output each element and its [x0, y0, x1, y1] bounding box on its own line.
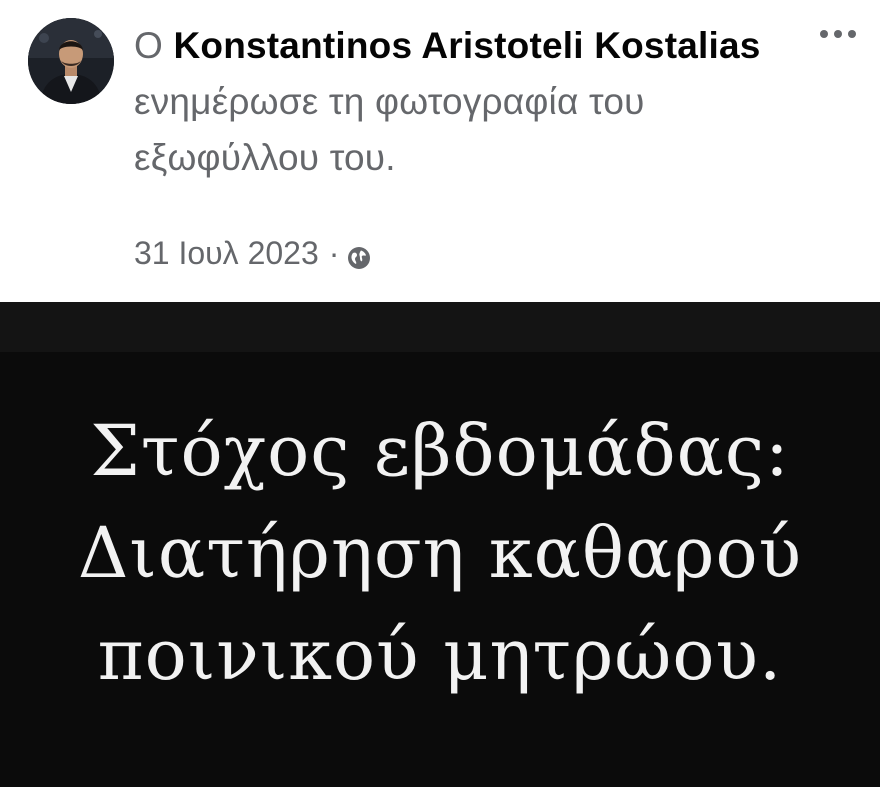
- cover-photo-text: Στόχος εβδομάδας: Διατήρηση καθαρού ποιν…: [0, 400, 880, 706]
- cover-photo[interactable]: Στόχος εβδομάδας: Διατήρηση καθαρού ποιν…: [0, 302, 880, 787]
- avatar[interactable]: [28, 18, 114, 104]
- headline-prefix: Ο: [134, 25, 163, 66]
- cover-text-line: ποινικού μητρώου.: [97, 614, 783, 696]
- headline-action-text: ενημέρωσε τη φωτογραφία του εξωφύλλου το…: [134, 81, 645, 178]
- cover-photo-top-band: [0, 302, 880, 352]
- post-header: Ο Konstantinos Aristoteli Kostalias ενημ…: [0, 0, 880, 300]
- author-name-link[interactable]: Konstantinos Aristoteli Kostalias: [173, 25, 760, 66]
- meta-separator: ·: [328, 234, 340, 271]
- globe-icon: [347, 241, 371, 269]
- post-meta: 31 Ιουλ 2023 ·: [134, 230, 371, 276]
- post-timestamp[interactable]: 31 Ιουλ 2023: [134, 235, 319, 272]
- more-options-icon-dot: [848, 30, 856, 38]
- more-options-icon: [820, 30, 828, 38]
- cover-text-line: Διατήρηση καθαρού: [77, 512, 803, 594]
- cover-text-line: Στόχος εβδομάδας:: [90, 410, 790, 492]
- more-options-button[interactable]: [812, 18, 864, 50]
- more-options-icon-dot: [834, 30, 842, 38]
- post-headline: Ο Konstantinos Aristoteli Kostalias ενημ…: [134, 18, 774, 186]
